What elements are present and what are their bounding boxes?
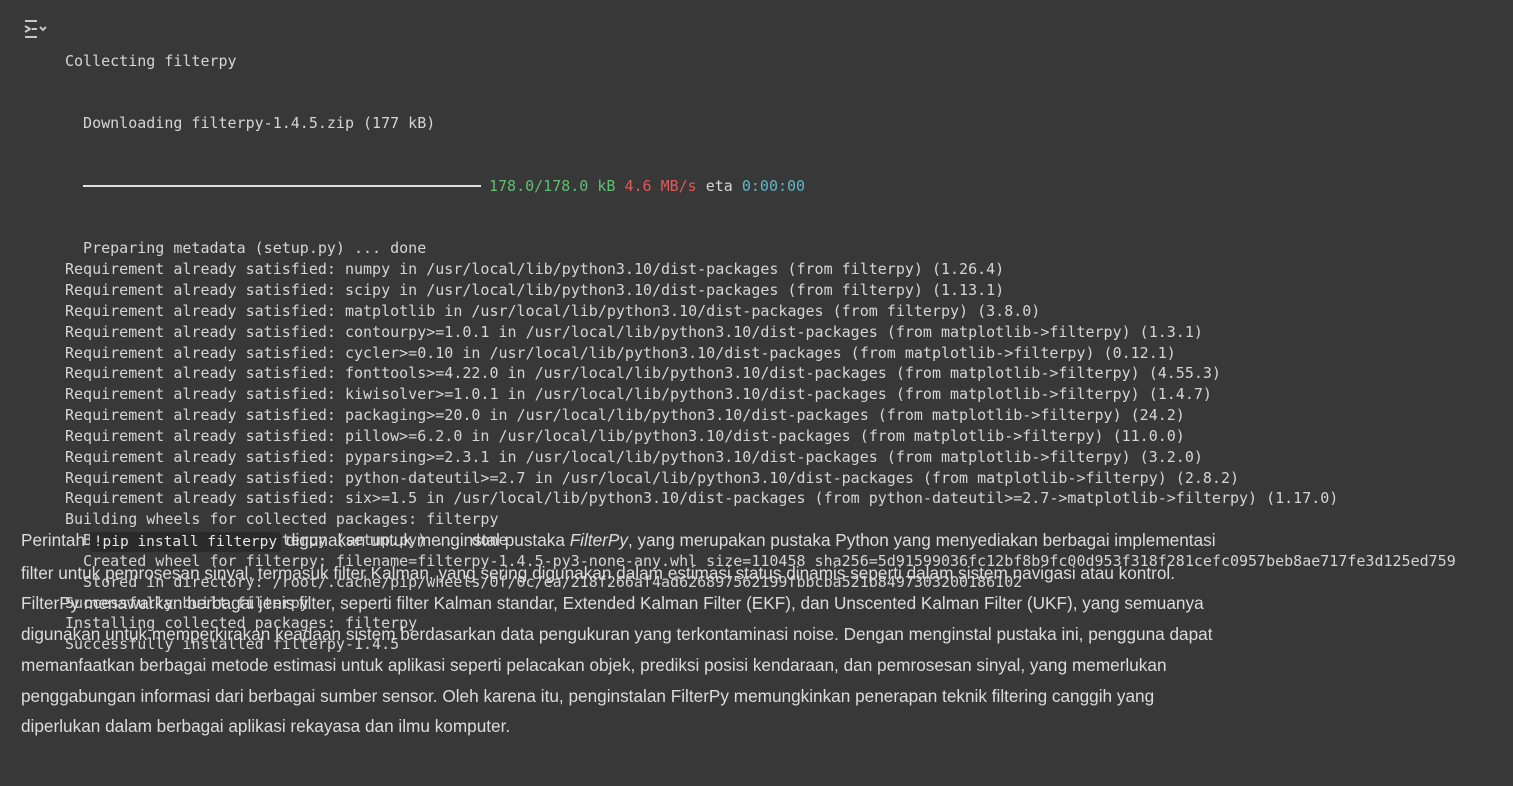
- output-line: Requirement already satisfied: matplotli…: [65, 301, 1041, 320]
- notebook-page: Collecting filterpy Downloading filterpy…: [0, 0, 1513, 786]
- library-name: FilterPy: [569, 530, 628, 550]
- paragraph-after-code: digunakan untuk menginstal pustaka: [281, 530, 570, 550]
- output-line: Requirement already satisfied: pillow>=6…: [65, 426, 1185, 445]
- markdown-cell: Perintah !pip install filterpy digunakan…: [21, 525, 1236, 742]
- description-paragraph: Perintah !pip install filterpy digunakan…: [21, 525, 1236, 742]
- download-progress: 178.0/178.0 kB 4.6 MB/s eta 0:00:00: [65, 176, 1456, 197]
- output-line: Preparing metadata (setup.py) ... done: [65, 239, 427, 258]
- output-line: Requirement already satisfied: kiwisolve…: [65, 385, 1212, 404]
- output-line: Requirement already satisfied: numpy in …: [65, 260, 1005, 279]
- paragraph-body: , yang merupakan pustaka Python yang men…: [21, 530, 1216, 737]
- progress-eta: 0:00:00: [741, 176, 806, 195]
- paragraph-intro: Perintah: [21, 530, 90, 550]
- output-line: Requirement already satisfied: six>=1.5 …: [65, 489, 1339, 508]
- output-line: Requirement already satisfied: packaging…: [65, 406, 1185, 425]
- output-collapse-icon[interactable]: [20, 16, 50, 42]
- progress-bar: [83, 185, 481, 188]
- output-line: Collecting filterpy: [65, 51, 237, 70]
- output-line: Requirement already satisfied: pyparsing…: [65, 447, 1203, 466]
- output-line: Requirement already satisfied: scipy in …: [65, 280, 1005, 299]
- output-line: Requirement already satisfied: python-da…: [65, 468, 1239, 487]
- progress-size: 178.0/178.0 kB: [489, 176, 616, 195]
- output-line: Requirement already satisfied: fonttools…: [65, 364, 1221, 383]
- output-line: Downloading filterpy-1.4.5.zip (177 kB): [65, 114, 436, 133]
- progress-speed: 4.6 MB/s: [624, 176, 697, 195]
- inline-code: !pip install filterpy: [89, 532, 282, 552]
- output-line: Requirement already satisfied: contourpy…: [65, 322, 1203, 341]
- output-line: Requirement already satisfied: cycler>=0…: [65, 343, 1176, 362]
- progress-eta-label: eta: [705, 176, 733, 195]
- cell-output: Collecting filterpy Downloading filterpy…: [0, 8, 1513, 653]
